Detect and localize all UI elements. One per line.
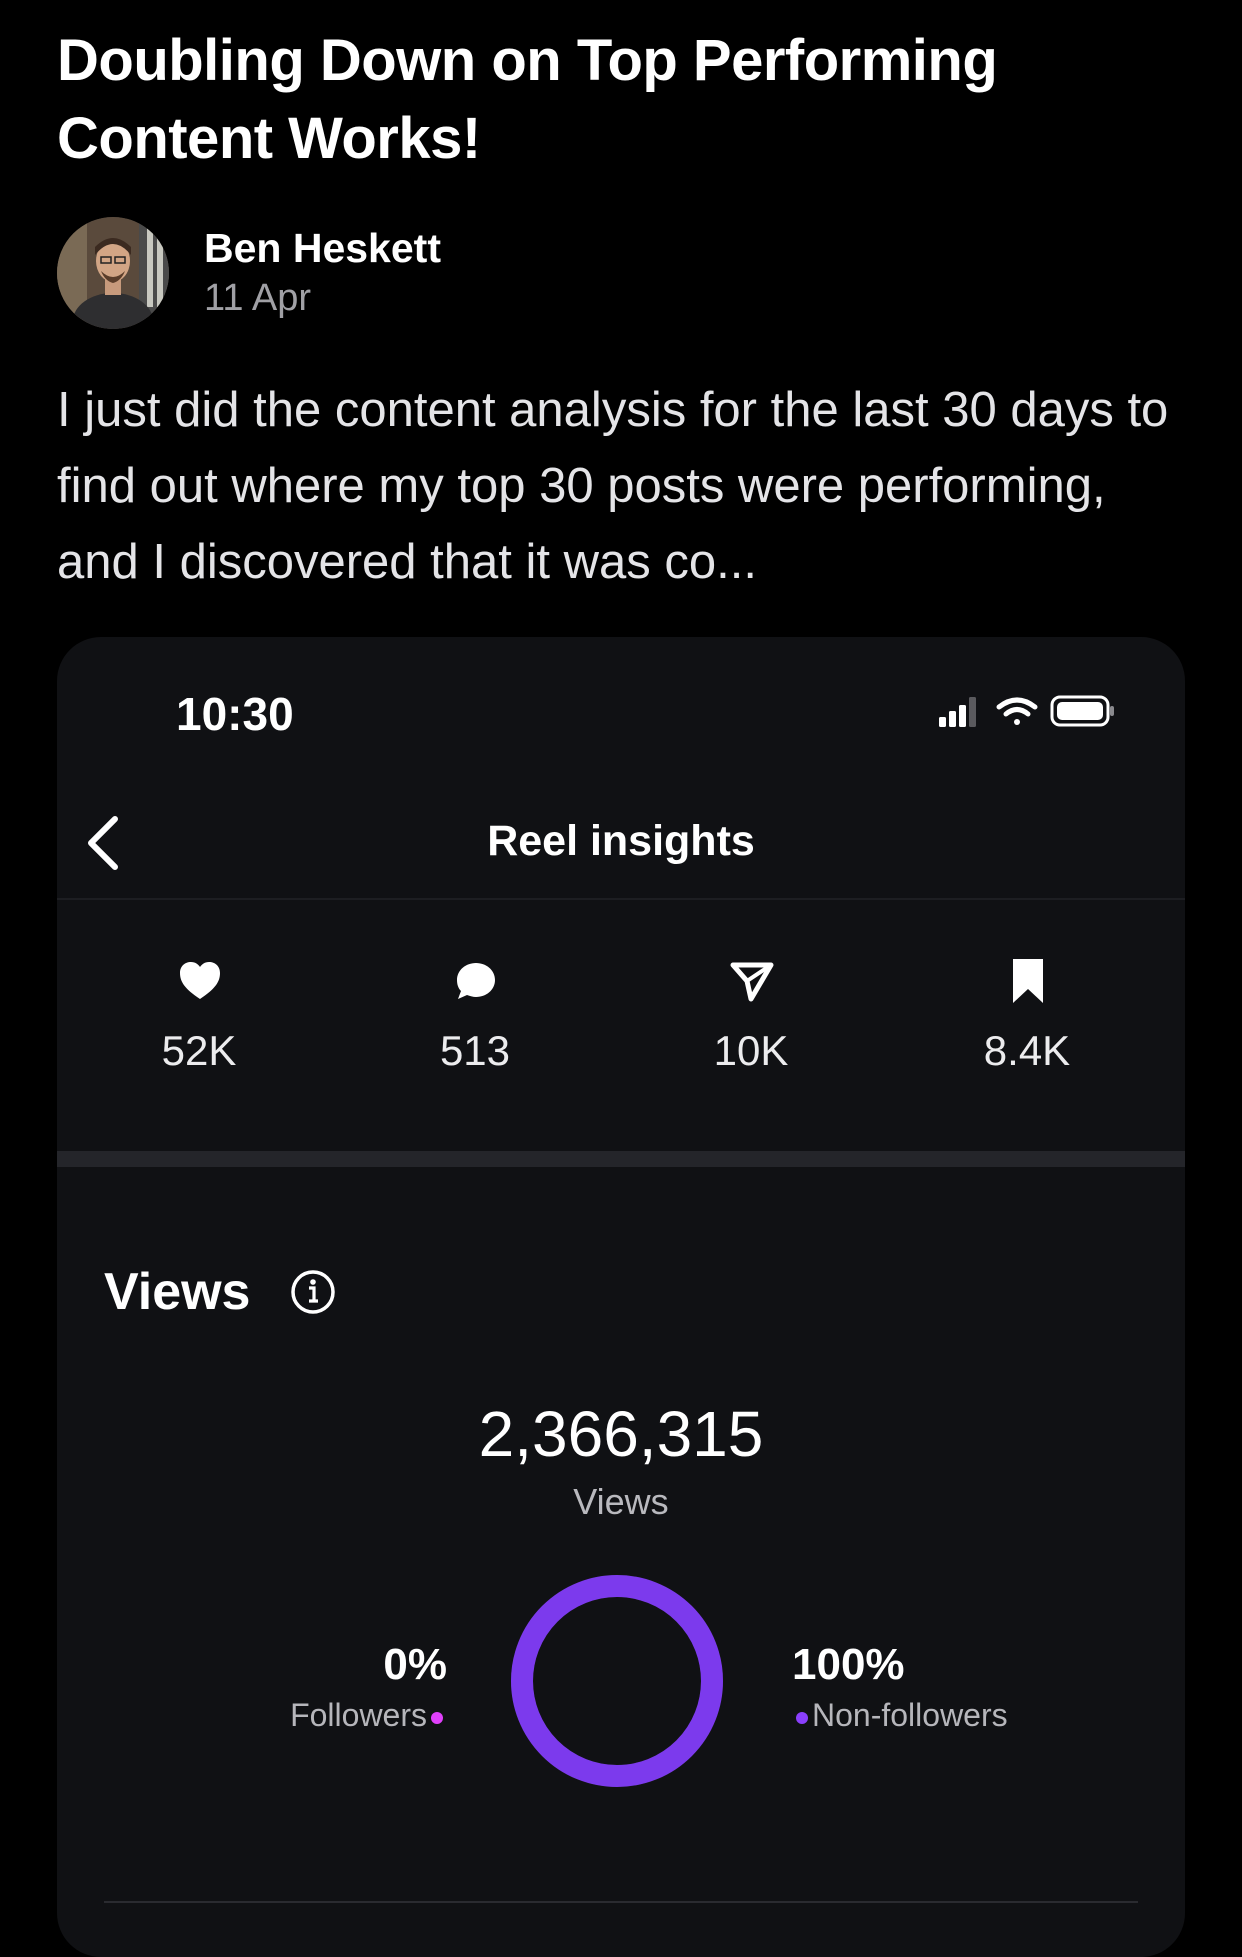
author-name[interactable]: Ben Heskett: [204, 225, 441, 272]
nonfollowers-legend: 100% Non-followers: [792, 1637, 1092, 1737]
post-excerpt[interactable]: I just did the content analysis for the …: [57, 372, 1197, 600]
likes-count: 52K: [161, 1027, 237, 1074]
views-donut-chart: [511, 1575, 723, 1787]
bottom-divider: [104, 1901, 1138, 1903]
post-date: 11 Apr: [204, 277, 312, 319]
stat-shares: 10K: [631, 957, 871, 1107]
comment-icon: [457, 963, 495, 999]
share-icon: [730, 962, 774, 1002]
post-title[interactable]: Doubling Down on Top Performing Content …: [57, 22, 1197, 178]
stat-likes: 52K: [79, 957, 319, 1107]
donut-segment-nonfollowers: [511, 1575, 723, 1787]
followers-dot: [431, 1711, 443, 1724]
followers-legend: 0% Followers: [197, 1637, 447, 1737]
nav-bar: Reel insights: [57, 787, 1185, 897]
battery-icon: [1050, 695, 1114, 727]
heart-icon: [180, 962, 220, 999]
page-title: Reel insights: [487, 817, 755, 865]
status-bar-time: 10:30: [176, 688, 294, 740]
section-separator: [57, 1151, 1185, 1167]
views-total: 2,366,315: [478, 1398, 764, 1470]
bookmark-icon: [1013, 959, 1043, 1003]
followers-percent: 0%: [383, 1640, 447, 1689]
shares-count: 10K: [713, 1027, 789, 1074]
stat-comments: 513: [355, 957, 595, 1107]
info-icon[interactable]: [288, 1267, 338, 1317]
nav-divider: [57, 898, 1185, 900]
stat-saves: 8.4K: [907, 957, 1147, 1107]
status-bar-icons: [939, 695, 1114, 727]
followers-label: Followers: [290, 1697, 427, 1733]
reel-insights-screenshot[interactable]: 10:30 Reel insights 52K 513 10K 8.4K Vie…: [57, 637, 1185, 1957]
stats-row: 52K 513 10K 8.4K: [57, 957, 1185, 1107]
saves-count: 8.4K: [983, 1027, 1071, 1074]
wifi-icon: [996, 697, 1038, 725]
avatar-photo: [57, 217, 169, 329]
nonfollowers-dot: [796, 1711, 808, 1724]
cellular-signal-icon: [939, 697, 976, 727]
avatar[interactable]: [57, 217, 169, 329]
nonfollowers-percent: 100%: [792, 1640, 905, 1689]
nonfollowers-label: Non-followers: [812, 1697, 1008, 1733]
views-caption: Views: [573, 1481, 669, 1522]
views-heading: Views: [104, 1263, 251, 1321]
comments-count: 513: [439, 1027, 511, 1074]
